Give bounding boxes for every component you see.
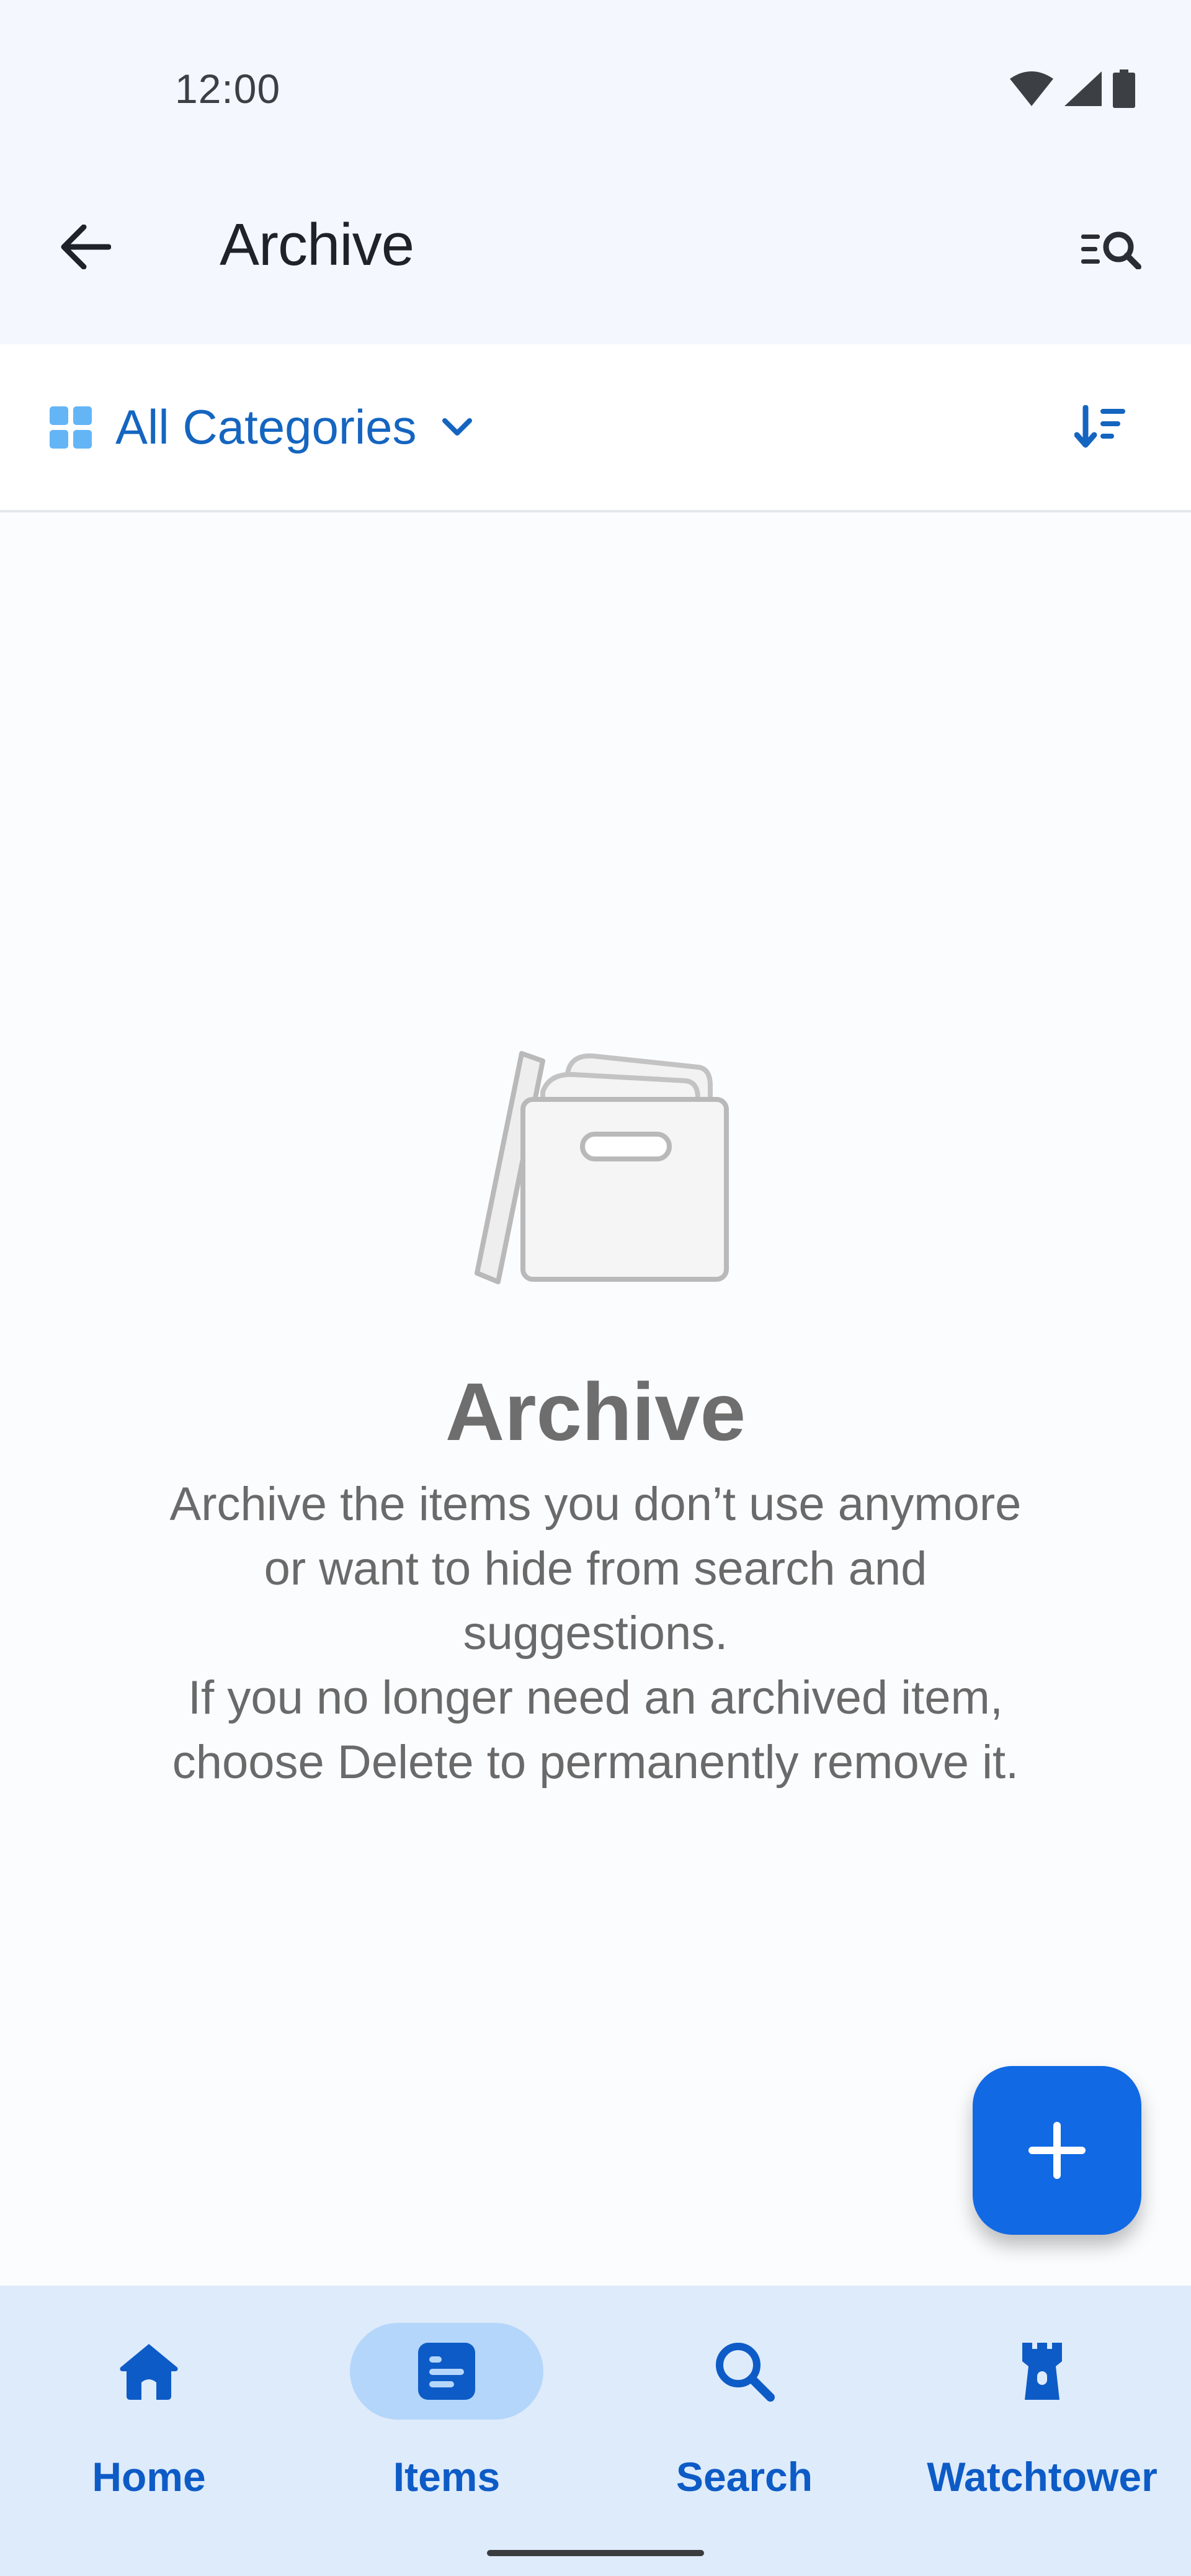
category-label: All Categories: [115, 400, 417, 454]
search-icon: [716, 2343, 775, 2402]
status-icons: [1010, 69, 1135, 108]
description-line: Archive the items you don’t use anymore: [169, 1478, 1022, 1531]
add-item-fab[interactable]: [973, 2066, 1141, 2235]
empty-state-description: Archive the items you don’t use anymore …: [112, 1472, 1079, 1795]
description-line: or want to hide from search and: [264, 1542, 927, 1595]
nav-icon-container: [648, 2323, 841, 2420]
app-bar: Archive: [0, 149, 1191, 346]
category-selector[interactable]: All Categories: [48, 344, 473, 510]
nav-label: Search: [676, 2454, 813, 2500]
sort-button[interactable]: [1069, 396, 1131, 458]
nav-item-search[interactable]: Search: [596, 2286, 893, 2534]
list-search-icon: [1081, 231, 1141, 269]
search-list-button[interactable]: [1078, 218, 1146, 280]
description-line: If you no longer need an archived item,: [188, 1671, 1003, 1724]
items-icon: [418, 2343, 475, 2400]
wifi-icon: [1010, 71, 1053, 106]
nav-icon-container: [350, 2323, 543, 2420]
plus-icon: [1028, 2122, 1086, 2179]
grid-icon: [50, 406, 92, 449]
empty-state: Archive Archive the items you don’t use …: [0, 1042, 1191, 1795]
nav-label: Home: [92, 2454, 206, 2500]
signal-icon: [1064, 71, 1102, 106]
home-indicator[interactable]: [487, 2550, 704, 2556]
nav-item-items[interactable]: Items: [298, 2286, 596, 2534]
back-button[interactable]: [52, 214, 117, 279]
nav-item-home[interactable]: Home: [0, 2286, 298, 2534]
nav-item-watchtower[interactable]: Watchtower: [893, 2286, 1191, 2534]
archive-box-icon: [475, 1051, 729, 1284]
bottom-nav: Home Items Search Watchtower: [0, 2286, 1191, 2576]
watchtower-icon: [1022, 2343, 1062, 2400]
home-icon: [120, 2344, 178, 2400]
page-title: Archive: [220, 212, 414, 278]
empty-state-title: Archive: [445, 1366, 746, 1457]
chevron-down-icon: [442, 418, 472, 436]
description-line: suggestions.: [463, 1607, 728, 1660]
nav-icon-container: [52, 2323, 246, 2420]
filter-bar: All Categories: [0, 344, 1191, 512]
nav-label: Watchtower: [927, 2454, 1158, 2500]
sort-icon: [1074, 405, 1125, 448]
nav-icon-container: [945, 2323, 1139, 2420]
description-line: choose Delete to permanently remove it.: [172, 1736, 1019, 1789]
battery-icon: [1113, 69, 1135, 108]
nav-label: Items: [393, 2454, 501, 2500]
arrow-left-icon: [61, 224, 111, 269]
status-bar: 12:00: [0, 0, 1191, 149]
status-time: 12:00: [175, 66, 281, 112]
